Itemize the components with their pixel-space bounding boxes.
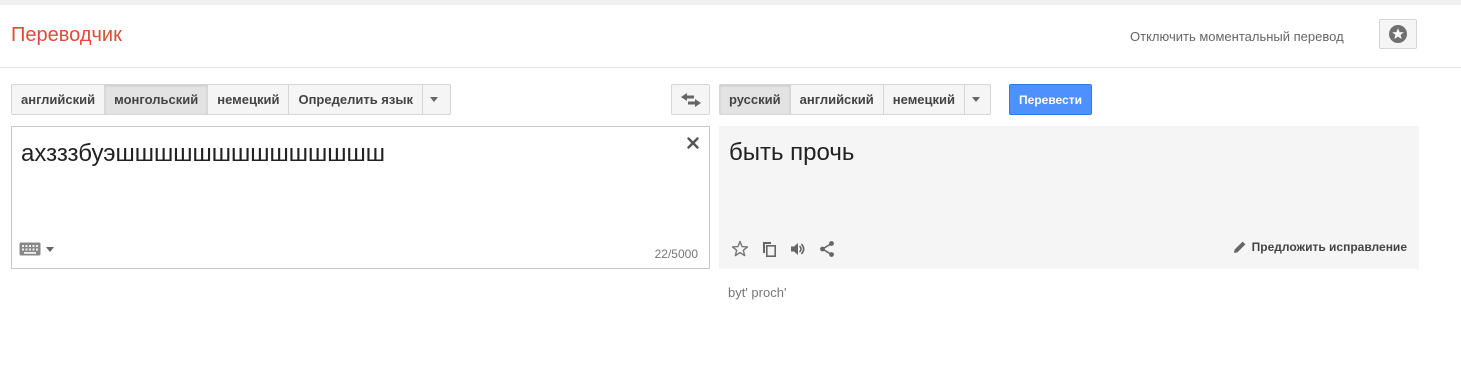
keyboard-button[interactable] [19,242,54,256]
source-lang-english[interactable]: английский [12,85,106,114]
target-lang-dropdown[interactable] [965,85,987,114]
star-outline-icon [731,240,749,257]
suggest-edit-label: Предложить исправление [1251,240,1407,254]
source-text[interactable]: ахзззбуэшшшшшшшшшшшшшш [21,140,385,168]
chevron-down-icon [46,246,54,252]
top-strip [0,0,1461,5]
starred-phrases-button[interactable] [1379,19,1417,49]
copy-icon [763,242,776,257]
suggest-edit-button[interactable]: Предложить исправление [1233,240,1407,254]
character-count: 22/5000 [654,247,698,261]
translation-result-area: быть прочь Предложить исправление [719,126,1419,269]
chevron-down-icon [429,97,438,102]
translate-button[interactable]: Перевести [1009,84,1092,115]
pencil-icon [1233,241,1246,253]
speaker-icon [791,243,805,255]
source-text-area[interactable]: ахзззбуэшшшшшшшшшшшшшш 22/5000 [11,126,710,269]
clear-source-button[interactable] [685,135,701,151]
page-title: Переводчик [11,24,122,46]
transliteration-text: byt' proch' [728,285,787,300]
instant-translation-toggle[interactable]: Отключить моментальный перевод [1130,29,1344,44]
save-translation-button[interactable] [730,239,750,259]
swap-languages-button[interactable] [671,84,710,115]
target-lang-russian[interactable]: русский [720,85,791,114]
close-icon [687,137,699,149]
target-language-bar: русский английский немецкий [719,84,991,115]
share-icon [820,241,834,257]
target-lang-german[interactable]: немецкий [884,85,966,114]
detect-language-button[interactable]: Определить язык [289,85,423,114]
star-circle-icon [1389,25,1407,43]
keyboard-icon [19,242,41,256]
swap-arrows-icon [680,92,701,107]
header-divider [0,67,1461,68]
target-lang-english[interactable]: английский [791,85,884,114]
source-lang-german[interactable]: немецкий [208,85,290,114]
source-lang-dropdown[interactable] [423,85,445,114]
source-language-bar: английский монгольский немецкий Определи… [11,84,451,115]
source-lang-mongolian[interactable]: монгольский [105,85,209,114]
chevron-down-icon [972,97,981,102]
translation-text: быть прочь [729,139,855,166]
listen-translation-button[interactable] [788,239,808,259]
share-translation-button[interactable] [817,239,837,259]
copy-translation-button[interactable] [759,239,779,259]
